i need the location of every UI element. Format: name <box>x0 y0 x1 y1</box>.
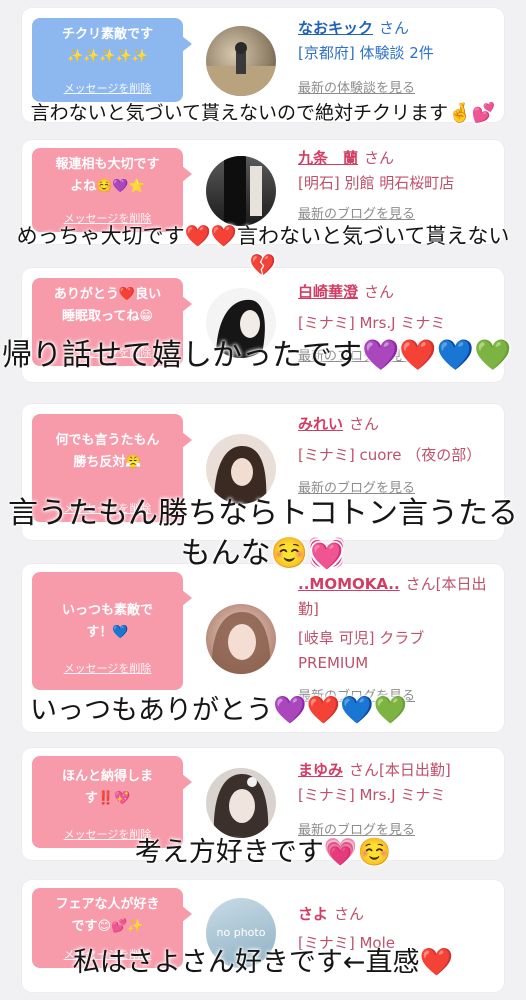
message-text: ありがとう❤️良い 睡眠取ってね😁 <box>53 287 162 324</box>
honorific: さん <box>364 149 395 167</box>
avatar[interactable] <box>206 604 276 674</box>
sender-shop[interactable]: [京都府] 体験談 2件 <box>298 41 494 66</box>
honorific: さん <box>334 905 365 923</box>
message-bubble: チクリ素敵です ✨✨✨✨✨ メッセージを削除 <box>32 18 192 102</box>
honorific: さん <box>379 19 410 37</box>
sender-info: まゆみ さん[本日出勤] [ミナミ] Mrs.J ミナミ 最新のブログを見る <box>298 758 494 843</box>
photo-placeholder-icon <box>224 156 262 226</box>
photo-placeholder-icon <box>211 612 271 674</box>
sender-shop[interactable]: [明石] 別館 明石桜町店 <box>298 171 494 196</box>
sender-shop[interactable]: [ミナミ] Mrs.J ミナミ <box>298 783 494 808</box>
sender-shop[interactable]: [ミナミ] cuore （夜の部） <box>298 443 494 468</box>
overlay-caption-2: めっちゃ大切です❤️❤️言わないと気づいて貰えない💔 <box>16 224 510 277</box>
overlay-caption-1: 言わないと気づいて貰えないので絶対チクリます🤞💕 <box>30 102 496 124</box>
delete-message-link[interactable]: メッセージを削除 <box>32 82 183 96</box>
sender-info: 九条 蘭さん [明石] 別館 明石桜町店 最新のブログを見る <box>298 146 494 227</box>
sender-name-link[interactable]: さよ <box>298 905 328 923</box>
no-photo-label: no photo <box>216 926 266 939</box>
latest-link[interactable]: 最新の体験談を見る <box>298 76 494 101</box>
message-bubble: いっつも素敵で す！💙 メッセージを削除 <box>32 572 192 690</box>
photo-placeholder-icon <box>213 774 269 838</box>
message-text: いっつも素敵で す！💙 <box>61 603 153 640</box>
overlay-caption-6: 考え方好きです💗☺️ <box>134 837 392 868</box>
overlay-caption-4: 言うたもん勝ちならトコトン言うたるもんな☺️💓 <box>8 496 518 571</box>
avatar[interactable] <box>206 768 276 838</box>
sender-name-link[interactable]: なおキック <box>298 19 373 37</box>
honorific: さん <box>364 283 395 301</box>
message-text: チクリ素敵です ✨✨✨✨✨ <box>61 27 153 64</box>
message-text: ほんと納得しま す‼️💖 <box>61 769 153 806</box>
photo-placeholder-icon <box>206 42 276 96</box>
delete-message-link[interactable]: メッセージを削除 <box>32 662 183 676</box>
overlay-caption-7: 私はさよさん好きです←直感❤️ <box>72 947 454 978</box>
honorific: さん <box>349 415 380 433</box>
honorific: さん[本日出勤] <box>349 761 451 779</box>
sender-name-link[interactable]: 九条 蘭 <box>298 149 358 167</box>
sender-info: ..MOMOKA.. さん[本日出勤] [岐阜 可児] クラブ PREMIUM 最… <box>298 572 494 709</box>
sender-shop[interactable]: [岐阜 可児] クラブ PREMIUM <box>298 626 494 676</box>
avatar[interactable] <box>206 156 276 226</box>
message-bubble: 報連相も大切です よね☺️💜⭐ メッセージを削除 <box>32 148 192 232</box>
message-text: フェアな人が好き です😊💕✨ <box>55 897 160 934</box>
message-text: 何でも言うたもん 勝ち反対😤 <box>55 433 160 470</box>
sender-name-link[interactable]: みれい <box>298 415 343 433</box>
message-bubble: ほんと納得しま す‼️💖 メッセージを削除 <box>32 756 192 848</box>
sender-info: みれい さん [ミナミ] cuore （夜の部） 最新のブログを見る <box>298 412 494 501</box>
sender-name-link[interactable]: まゆみ <box>298 761 343 779</box>
overlay-caption-5: いっつもありがとう💜❤️💙💚 <box>30 695 408 726</box>
sender-shop[interactable]: [ミナミ] Mrs.J ミナミ <box>298 311 494 336</box>
sender-info: なおキック さん [京都府] 体験談 2件 最新の体験談を見る <box>298 16 494 101</box>
avatar[interactable] <box>206 26 276 96</box>
sender-name-link[interactable]: ..MOMOKA.. <box>298 575 400 593</box>
sender-name-link[interactable]: 白崎華澄 <box>298 283 358 301</box>
message-text: 報連相も大切です よね☺️💜⭐ <box>55 157 160 194</box>
overlay-caption-3: 帰り話せて嬉しかったです💜❤️💙💚 <box>2 338 512 373</box>
